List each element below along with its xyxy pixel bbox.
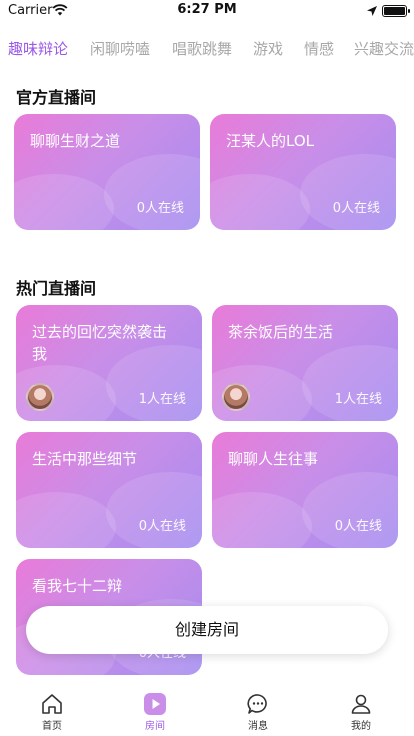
room-card[interactable]: 生活中那些细节 0人在线 <box>16 432 202 548</box>
room-title: 茶余饭后的生活 <box>228 323 334 341</box>
bottom-nav: 首页 房间 消息 我的 <box>0 690 414 736</box>
room-online-count: 0人在线 <box>334 519 382 534</box>
nav-home-label: 首页 <box>42 721 62 732</box>
clock: 6:27 PM <box>177 2 237 17</box>
host-avatar <box>222 383 250 411</box>
room-title: 聊聊生财之道 <box>30 132 121 150</box>
room-title: 生活中那些细节 <box>32 450 138 468</box>
tab-games[interactable]: 游戏 <box>253 38 283 59</box>
room-online-count: 0人在线 <box>138 519 186 534</box>
room-title: 过去的回忆突然袭击我 <box>32 323 168 363</box>
home-icon <box>42 694 62 714</box>
chat-bubble-icon <box>247 694 267 714</box>
room-online-count: 0人在线 <box>136 201 184 216</box>
room-card[interactable]: 茶余饭后的生活 1人在线 <box>212 305 398 421</box>
nav-rooms[interactable]: 房间 <box>125 690 185 732</box>
tab-sing-dance[interactable]: 唱歌跳舞 <box>172 38 232 59</box>
host-avatar <box>26 383 54 411</box>
tab-emotion[interactable]: 情感 <box>304 38 334 59</box>
create-room-button[interactable]: 创建房间 <box>26 606 388 654</box>
room-card[interactable]: 聊聊生财之道 0人在线 <box>14 114 200 230</box>
room-card[interactable]: 汪某人的LOL 0人在线 <box>210 114 396 230</box>
room-title: 聊聊人生往事 <box>228 450 319 468</box>
user-icon <box>351 694 371 714</box>
tab-chat[interactable]: 闲聊唠嗑 <box>90 38 150 59</box>
room-card[interactable]: 聊聊人生往事 0人在线 <box>212 432 398 548</box>
nav-messages[interactable]: 消息 <box>228 690 288 732</box>
room-title: 看我七十二辩 <box>32 577 123 595</box>
nav-home[interactable]: 首页 <box>22 690 82 732</box>
room-online-count: 1人在线 <box>334 392 382 407</box>
nav-profile[interactable]: 我的 <box>331 690 391 732</box>
status-bar: Carrier 6:27 PM <box>0 0 414 22</box>
nav-profile-label: 我的 <box>351 721 371 732</box>
room-title: 汪某人的LOL <box>226 132 314 150</box>
hot-section-title: 热门直播间 <box>16 279 97 298</box>
room-online-count: 1人在线 <box>138 392 186 407</box>
tab-interests[interactable]: 兴趣交流 <box>354 38 414 59</box>
room-online-count: 0人在线 <box>332 201 380 216</box>
play-icon <box>144 693 166 715</box>
room-card[interactable]: 过去的回忆突然袭击我 1人在线 <box>16 305 202 421</box>
battery-icon <box>382 5 410 17</box>
location-arrow-icon <box>367 6 377 16</box>
nav-messages-label: 消息 <box>248 721 268 732</box>
official-section-title: 官方直播间 <box>16 88 97 107</box>
nav-rooms-label: 房间 <box>145 721 165 732</box>
category-tabs: 趣味辩论 闲聊唠嗑 唱歌跳舞 游戏 情感 兴趣交流 <box>0 38 414 62</box>
tab-debate[interactable]: 趣味辩论 <box>8 38 68 59</box>
